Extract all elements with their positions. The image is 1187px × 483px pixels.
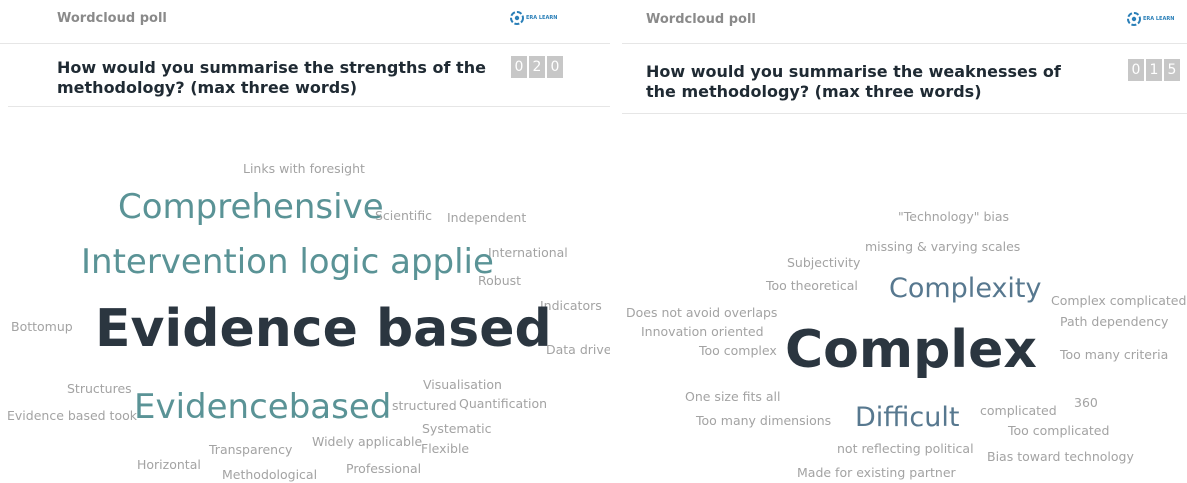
cloud-word: Visualisation (423, 377, 502, 392)
cloud-word: Bias toward technology (987, 449, 1134, 464)
cloud-word: Structures (67, 381, 132, 396)
cloud-word: Innovation oriented (641, 324, 764, 339)
cloud-word: Intervention logic applie (81, 242, 494, 282)
weaknesses-poll-panel: Wordcloud poll ERA LEARN How would you s… (622, 0, 1187, 483)
cloud-word: Bottomup (11, 319, 73, 334)
cloud-word: Data driven (546, 342, 610, 357)
word-cloud: "Technology" bias missing & varying scal… (622, 0, 1187, 483)
cloud-word: Systematic (422, 421, 492, 436)
cloud-word: Scientific (375, 208, 433, 223)
cloud-word: Complexity (889, 273, 1042, 304)
cloud-word: "Technology" bias (898, 209, 1010, 224)
cloud-word: not reflecting political (837, 441, 974, 456)
cloud-word: Horizontal (137, 457, 201, 472)
cloud-word: complicated (980, 403, 1057, 418)
cloud-word: Professional (346, 461, 422, 476)
cloud-word: Widely applicable (312, 434, 423, 449)
word-cloud: Links with foresight Comprehensive Scien… (0, 0, 610, 483)
cloud-word: missing & varying scales (865, 239, 1021, 254)
cloud-word: Transparency (209, 442, 293, 457)
cloud-word: 360 (1074, 395, 1098, 410)
cloud-word: Made for existing partner (797, 465, 956, 480)
cloud-word: One size fits all (685, 389, 781, 404)
cloud-word: Links with foresight (243, 161, 365, 176)
cloud-word: Quantification (459, 396, 548, 411)
strengths-poll-panel: Wordcloud poll ERA LEARN How would you s… (0, 0, 610, 483)
cloud-word: Does not avoid overlaps (626, 305, 778, 320)
cloud-word: Comprehensive (118, 187, 384, 227)
cloud-word: Methodological (222, 467, 318, 482)
cloud-word: International (488, 245, 568, 260)
cloud-word: structured (392, 398, 457, 413)
cloud-word: Path dependency (1060, 314, 1169, 329)
cloud-word: Too theoretical (766, 278, 858, 293)
cloud-word: Robust (478, 273, 522, 288)
cloud-word: Independent (447, 210, 527, 225)
cloud-word: Complex complicated (1051, 293, 1187, 308)
cloud-word: Too many dimensions (696, 413, 832, 428)
cloud-word: Evidencebased (134, 387, 392, 427)
cloud-word: Too complicated (1008, 423, 1110, 438)
cloud-word: Too complex (699, 343, 777, 358)
cloud-word: Flexible (421, 441, 470, 456)
cloud-word: Too many criteria (1060, 347, 1169, 362)
cloud-word: Subjectivity (787, 255, 861, 270)
cloud-word: Evidence based took (7, 408, 137, 423)
cloud-word: Complex (785, 320, 1037, 380)
cloud-word: Difficult (855, 402, 960, 433)
cloud-word: Evidence based (95, 299, 552, 359)
